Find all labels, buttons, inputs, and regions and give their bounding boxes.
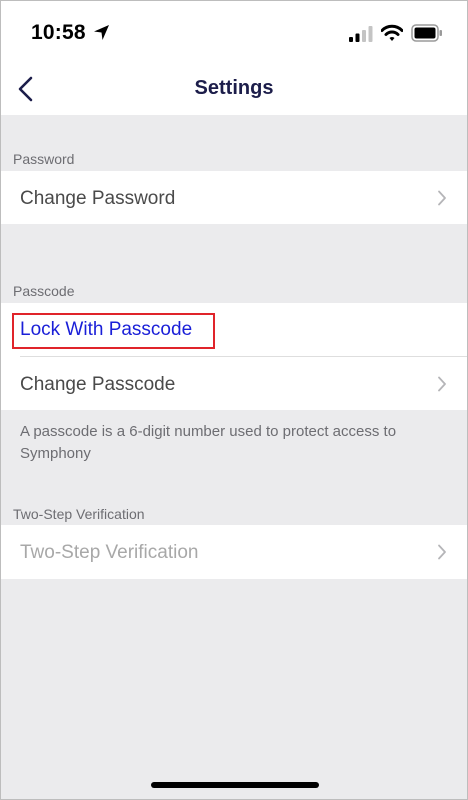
change-password-label: Change Password	[20, 188, 176, 209]
section-header-password: Password	[13, 151, 75, 167]
section-header-two-step: Two-Step Verification	[13, 506, 145, 522]
status-bar: 10:58	[1, 1, 467, 63]
navigation-bar: Settings	[1, 63, 467, 115]
section-header-passcode: Passcode	[13, 283, 75, 299]
chevron-right-icon	[438, 376, 446, 392]
status-time: 10:58	[31, 21, 86, 44]
settings-screen: 10:58 Settings Password Change Password …	[0, 0, 468, 800]
location-arrow-icon	[94, 25, 109, 40]
page-title: Settings	[194, 77, 274, 99]
chevron-right-icon	[438, 190, 446, 206]
passcode-description: A passcode is a 6-digit number used to p…	[20, 423, 397, 462]
cellular-signal-icon	[349, 26, 373, 42]
wifi-icon	[381, 24, 403, 41]
highlight-annotation	[12, 313, 215, 349]
battery-icon	[411, 24, 442, 42]
two-step-verification-label: Two-Step Verification	[20, 542, 199, 563]
chevron-right-icon	[438, 544, 446, 560]
change-password-row[interactable]: Change Password	[1, 171, 467, 224]
two-step-verification-row[interactable]: Two-Step Verification	[1, 525, 467, 579]
change-passcode-row[interactable]: Change Passcode	[1, 357, 467, 410]
change-passcode-label: Change Passcode	[20, 374, 176, 395]
home-indicator[interactable]	[151, 782, 319, 788]
